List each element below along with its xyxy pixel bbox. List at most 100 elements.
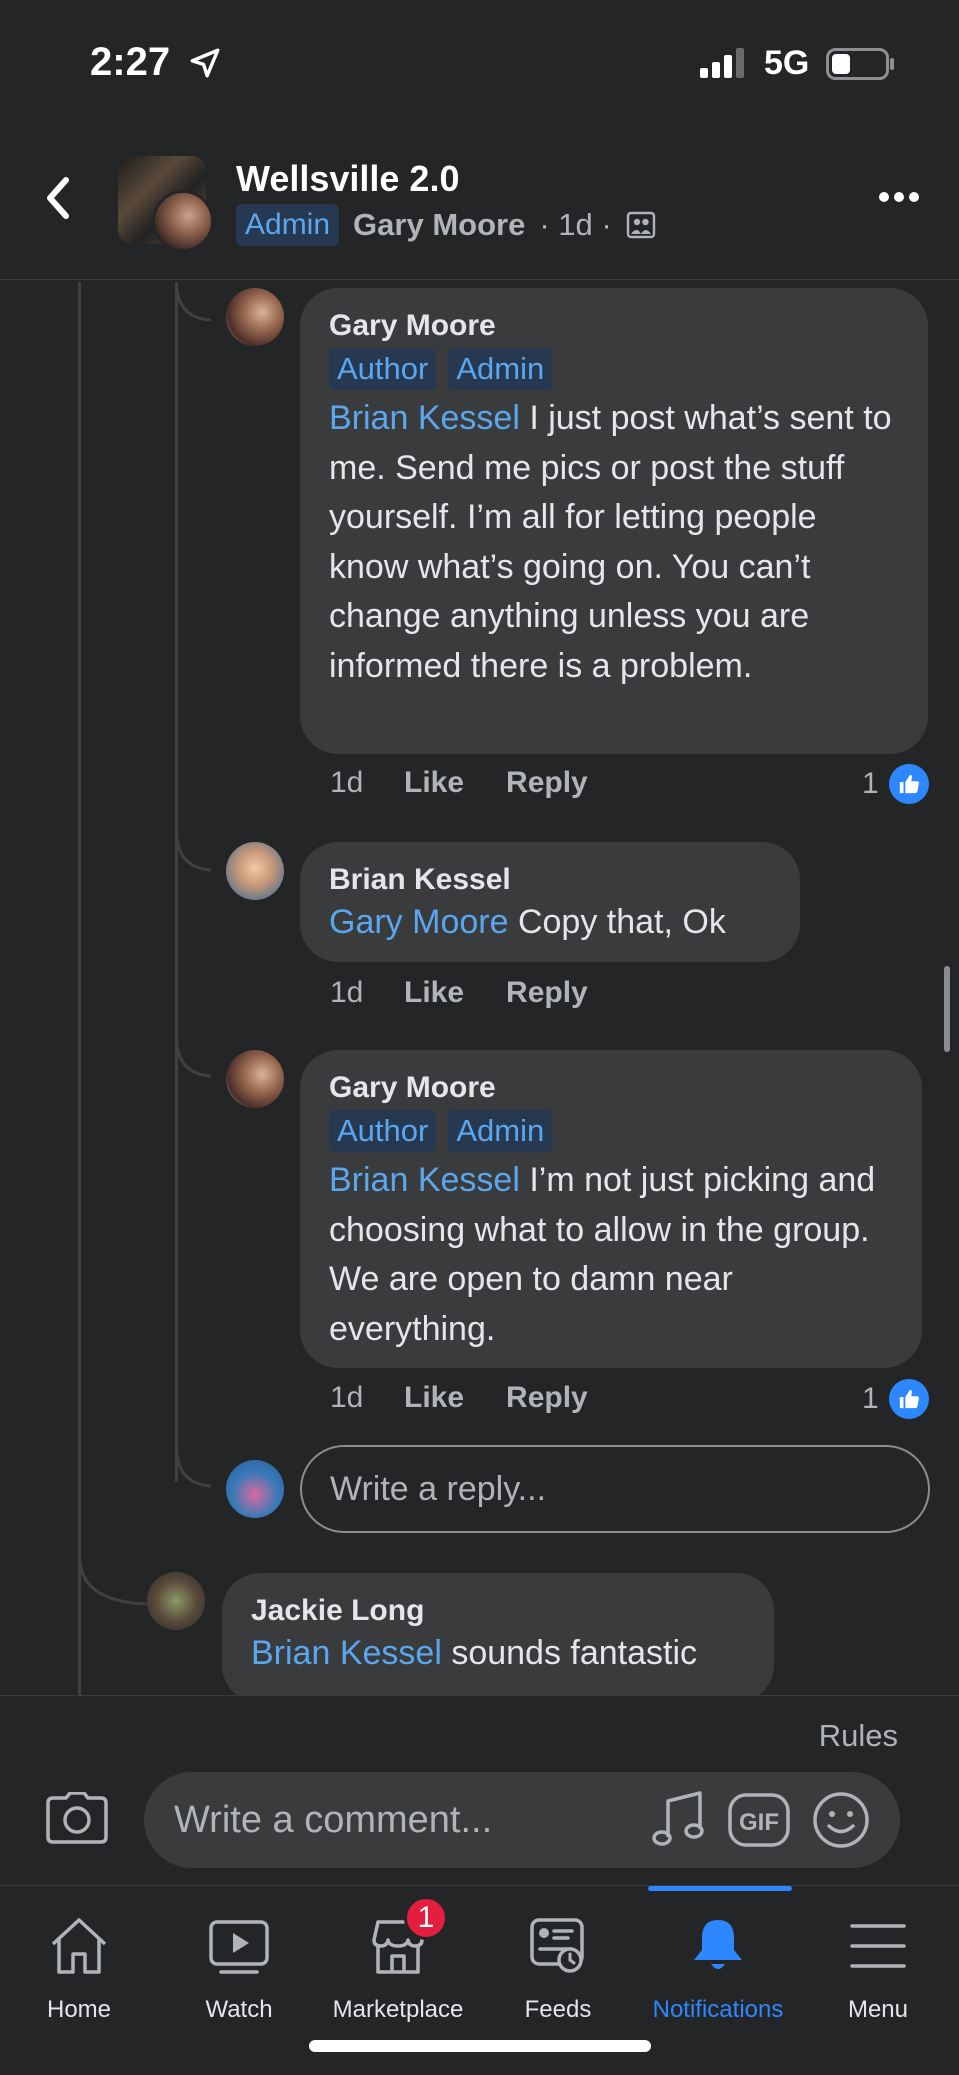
comment-input[interactable]: Write a comment... GIF bbox=[144, 1772, 900, 1868]
comment-placeholder: Write a comment... bbox=[174, 1798, 493, 1841]
tab-label: Marketplace bbox=[332, 1996, 464, 2023]
tab-label: Watch bbox=[205, 1996, 273, 2023]
post-meta: Admin Gary Moore · 1d · bbox=[236, 204, 656, 246]
author-badge: Author bbox=[329, 1110, 437, 1152]
comment-actions: 1d Like Reply bbox=[330, 1381, 630, 1415]
emoji-icon[interactable] bbox=[812, 1791, 870, 1849]
group-members-icon bbox=[626, 211, 655, 239]
comment-bubble: Jackie Long Brian Kessel sounds fantasti… bbox=[222, 1573, 774, 1703]
home-icon bbox=[4, 1906, 154, 1986]
status-time: 2:27 bbox=[90, 40, 171, 84]
admin-badge: Admin bbox=[448, 1110, 553, 1152]
commenter-name[interactable]: Brian Kessel bbox=[329, 862, 772, 898]
watch-icon bbox=[164, 1906, 314, 1986]
reply-input[interactable]: Write a reply... bbox=[300, 1445, 930, 1533]
mention-link[interactable]: Gary Moore bbox=[329, 903, 509, 941]
marketplace-badge: 1 bbox=[404, 1896, 448, 1940]
thread-line-inner bbox=[175, 282, 178, 1482]
reaction-count[interactable]: 1 bbox=[862, 1379, 929, 1419]
reaction-number: 1 bbox=[862, 1382, 879, 1415]
comment-text: Brian Kessel I’m not just picking and ch… bbox=[329, 1156, 894, 1354]
admin-badge: Admin bbox=[236, 204, 340, 246]
avatar[interactable] bbox=[226, 1050, 284, 1108]
thread-connector bbox=[175, 1036, 211, 1078]
bell-icon bbox=[643, 1906, 793, 1986]
location-arrow-icon bbox=[190, 48, 220, 78]
scrollbar[interactable] bbox=[944, 966, 950, 1052]
tab-label: Menu bbox=[847, 1996, 909, 2023]
comment-time: 1d bbox=[330, 976, 364, 1009]
gif-icon[interactable]: GIF bbox=[728, 1793, 790, 1847]
group-avatar[interactable] bbox=[118, 156, 214, 252]
mention-link[interactable]: Brian Kessel bbox=[329, 1161, 520, 1199]
cellular-signal-icon bbox=[700, 48, 744, 78]
reaction-number: 1 bbox=[862, 767, 879, 800]
network-type: 5G bbox=[764, 44, 810, 82]
post-author[interactable]: Gary Moore bbox=[353, 207, 525, 243]
svg-text:GIF: GIF bbox=[739, 1809, 779, 1836]
chevron-left-icon[interactable] bbox=[38, 172, 78, 224]
post-header: Wellsville 2.0 Admin Gary Moore · 1d · bbox=[0, 120, 959, 280]
thumbs-up-icon bbox=[888, 1379, 929, 1419]
group-name[interactable]: Wellsville 2.0 bbox=[236, 158, 459, 200]
comment-text: Gary Moore Copy that, Ok bbox=[329, 898, 772, 948]
admin-badge: Admin bbox=[448, 348, 553, 390]
comment-text: Brian Kessel sounds fantastic bbox=[251, 1629, 746, 1679]
post-age: · 1d · bbox=[539, 207, 612, 242]
comment-time: 1d bbox=[330, 766, 364, 799]
reply-button[interactable]: Reply bbox=[506, 1381, 588, 1415]
comment-text: Brian Kessel I just post what’s sent to … bbox=[329, 394, 900, 691]
commenter-name[interactable]: Gary Moore bbox=[329, 1070, 894, 1106]
active-tab-indicator bbox=[648, 1886, 792, 1891]
menu-icon bbox=[803, 1906, 953, 1986]
comment-time: 1d bbox=[330, 1381, 364, 1414]
comment-body: I just post what’s sent to me. Send me p… bbox=[329, 399, 892, 685]
author-badge: Author bbox=[329, 348, 437, 390]
tab-label: Feeds bbox=[524, 1996, 592, 2023]
thread-connector bbox=[78, 1556, 148, 1606]
commenter-badges: Author Admin bbox=[329, 1110, 894, 1152]
commenter-name[interactable]: Gary Moore bbox=[329, 308, 900, 344]
avatar[interactable] bbox=[226, 288, 284, 346]
reply-button[interactable]: Reply bbox=[506, 976, 588, 1010]
status-bar: 2:27 5G bbox=[0, 0, 959, 120]
thread-connector bbox=[175, 282, 211, 322]
reply-button[interactable]: Reply bbox=[506, 766, 588, 800]
comment-actions: 1d Like Reply bbox=[330, 766, 630, 800]
mention-link[interactable]: Brian Kessel bbox=[251, 1634, 442, 1672]
like-button[interactable]: Like bbox=[404, 766, 464, 800]
like-button[interactable]: Like bbox=[404, 1381, 464, 1415]
camera-icon[interactable] bbox=[46, 1792, 108, 1844]
comment-bubble: Gary Moore Author Admin Brian Kessel I j… bbox=[300, 288, 928, 754]
comment-bubble: Brian Kessel Gary Moore Copy that, Ok bbox=[300, 842, 800, 962]
reaction-count[interactable]: 1 bbox=[862, 764, 929, 804]
comment-body: sounds fantastic bbox=[441, 1634, 698, 1672]
commenter-name[interactable]: Jackie Long bbox=[251, 1593, 746, 1629]
mention-link[interactable]: Brian Kessel bbox=[329, 399, 520, 437]
thread-connector bbox=[175, 830, 211, 872]
comment-composer: Rules Write a comment... GIF bbox=[0, 1695, 959, 1885]
tab-label: Home bbox=[46, 1996, 112, 2023]
music-note-icon[interactable] bbox=[652, 1791, 706, 1849]
home-indicator[interactable] bbox=[309, 2040, 651, 2052]
feeds-icon bbox=[483, 1906, 633, 1986]
reply-placeholder: Write a reply... bbox=[330, 1469, 547, 1508]
author-avatar bbox=[152, 190, 214, 252]
comment-bubble: Gary Moore Author Admin Brian Kessel I’m… bbox=[300, 1050, 922, 1368]
comment-actions: 1d Like Reply bbox=[330, 976, 630, 1010]
composer-icons: GIF bbox=[652, 1772, 870, 1868]
rules-link[interactable]: Rules bbox=[819, 1718, 898, 1754]
avatar[interactable] bbox=[147, 1572, 205, 1630]
avatar[interactable] bbox=[226, 842, 284, 900]
thread-line-outer bbox=[78, 282, 81, 1695]
comment-body: Copy that, Ok bbox=[508, 903, 726, 941]
thumbs-up-icon bbox=[888, 764, 929, 804]
commenter-badges: Author Admin bbox=[329, 348, 900, 390]
battery-icon bbox=[826, 48, 894, 80]
more-dots-icon[interactable] bbox=[878, 190, 920, 204]
current-user-avatar bbox=[226, 1460, 284, 1518]
marketplace-icon bbox=[323, 1906, 473, 1986]
tab-label: Notifications bbox=[652, 1996, 784, 2023]
thread-connector bbox=[175, 1446, 211, 1488]
like-button[interactable]: Like bbox=[404, 976, 464, 1010]
